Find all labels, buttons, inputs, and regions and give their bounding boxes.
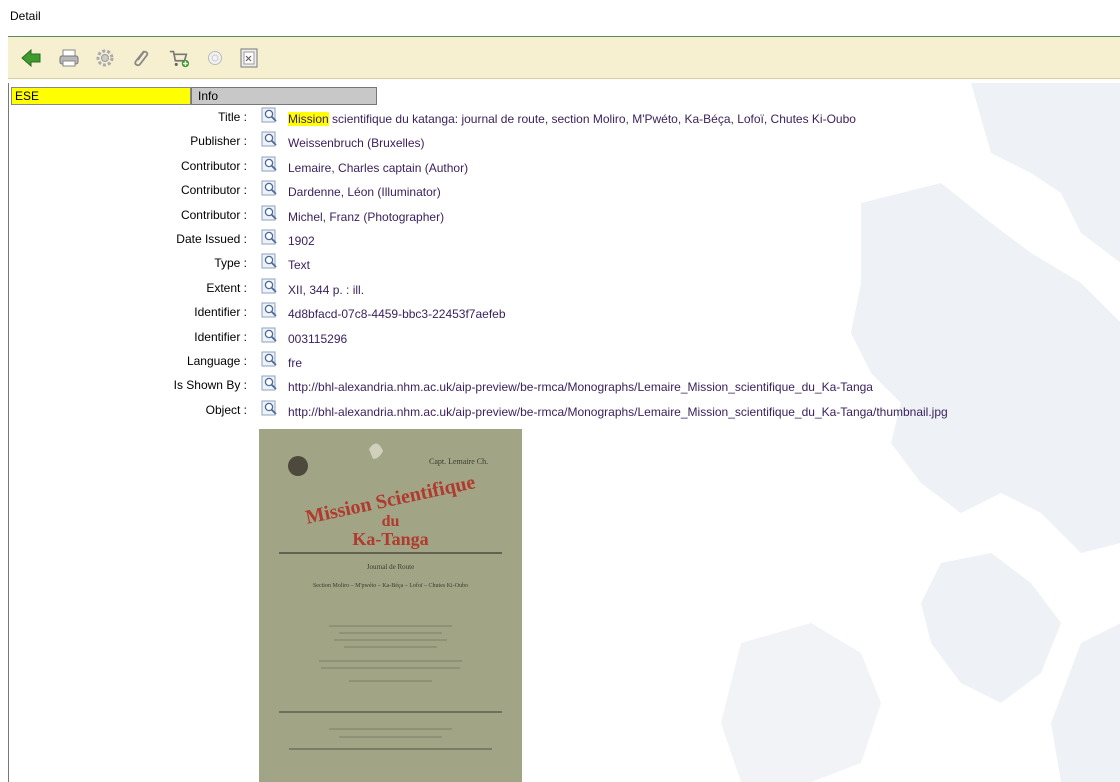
magnifier-glyph <box>261 156 277 172</box>
magnifier-glyph <box>261 229 277 245</box>
field-row-identifier: Identifier : 003115296 <box>9 327 1119 354</box>
magnifier-glyph <box>261 302 277 318</box>
is-shown-by-link[interactable]: http://bhl-alexandria.nhm.ac.uk/aip-prev… <box>288 380 873 394</box>
settings-button[interactable] <box>94 47 116 69</box>
field-value[interactable]: Mission scientifique du katanga: journal… <box>288 112 856 126</box>
printer-icon <box>59 49 79 67</box>
field-label: Extent : <box>206 280 247 295</box>
field-label: Object : <box>205 402 247 417</box>
magnifier-glyph <box>261 278 277 294</box>
search-magnifier-icon[interactable] <box>261 180 279 196</box>
green-back-arrow-icon <box>21 48 41 68</box>
field-label: Language : <box>186 353 247 368</box>
field-row-type: Type : Text <box>9 253 1119 280</box>
magnifier-glyph <box>261 205 277 221</box>
cover-title-line3: Ka-Tanga <box>352 529 429 549</box>
field-label: Title : <box>218 110 247 124</box>
search-magnifier-icon[interactable] <box>261 156 279 172</box>
book-cover: Capt. Lemaire Ch. Mission Scientifique d… <box>259 429 522 782</box>
field-label: Identifier : <box>194 329 247 344</box>
tab-ese[interactable]: ESE <box>11 87 191 105</box>
search-highlight: Mission <box>288 112 329 126</box>
print-button[interactable] <box>58 47 80 69</box>
field-row-is-shown-by: Is Shown By : http://bhl-alexandria.nhm.… <box>9 375 1119 402</box>
field-row-contributor: Contributor : Michel, Franz (Photographe… <box>9 205 1119 232</box>
magnifier-glyph <box>261 253 277 269</box>
field-value[interactable]: 003115296 <box>288 332 347 346</box>
thumbnail-image[interactable]: Capt. Lemaire Ch. Mission Scientifique d… <box>259 429 522 782</box>
field-label: Contributor : <box>180 183 247 198</box>
field-row-identifier: Identifier : 4d8bfacd-07c8-4459-bbc3-224… <box>9 302 1119 329</box>
field-label: Contributor : <box>180 207 247 222</box>
add-to-cart-button[interactable] <box>168 47 190 69</box>
field-value[interactable]: 1902 <box>288 234 315 248</box>
field-label: Date Issued : <box>176 231 247 246</box>
search-magnifier-icon[interactable] <box>261 205 279 221</box>
field-row-publisher: Publisher : Weissenbruch (Bruxelles) <box>9 131 1119 158</box>
field-label: Type : <box>214 256 247 271</box>
field-value[interactable]: Dardenne, Léon (Illuminator) <box>288 185 441 199</box>
circle-icon <box>208 51 222 65</box>
search-magnifier-icon[interactable] <box>261 253 279 269</box>
cover-subtitle: Journal de Route <box>366 563 415 571</box>
magnifier-glyph <box>261 351 277 367</box>
search-magnifier-icon[interactable] <box>261 400 279 416</box>
field-value[interactable]: 4d8bfacd-07c8-4459-bbc3-22453f7aefeb <box>288 307 506 321</box>
field-row-title: Title : Mission scientifique du katanga:… <box>9 107 1119 134</box>
field-value[interactable]: Michel, Franz (Photographer) <box>288 210 444 224</box>
field-value[interactable]: Text <box>288 258 310 272</box>
preview-button[interactable] <box>238 47 260 69</box>
magnifier-glyph <box>261 180 277 196</box>
field-row-object: Object : http://bhl-alexandria.nhm.ac.uk… <box>9 400 1119 427</box>
tab-info[interactable]: Info <box>191 87 377 105</box>
attach-button[interactable] <box>130 47 152 69</box>
field-label: Is Shown By : <box>173 378 247 393</box>
field-value[interactable]: Lemaire, Charles captain (Author) <box>288 161 468 175</box>
magnifier-glyph <box>261 400 277 416</box>
search-magnifier-icon[interactable] <box>261 327 279 343</box>
field-row-language: Language : fre <box>9 351 1119 378</box>
magnifier-glyph <box>261 107 277 123</box>
object-link[interactable]: http://bhl-alexandria.nhm.ac.uk/aip-prev… <box>288 405 948 419</box>
metadata-list: Title : Mission scientifique du katanga:… <box>9 107 1119 427</box>
disabled-button[interactable] <box>204 47 226 69</box>
field-label: Contributor : <box>180 158 247 173</box>
field-label: Identifier : <box>194 305 247 320</box>
cart-add-icon <box>169 50 190 68</box>
tab-bar: ESE Info <box>9 85 377 105</box>
field-row-date-issued: Date Issued : 1902 <box>9 229 1119 256</box>
search-magnifier-icon[interactable] <box>261 131 279 147</box>
field-value[interactable]: fre <box>288 356 302 370</box>
page-title: Detail <box>10 9 41 23</box>
magnifier-glyph <box>261 131 277 147</box>
gear-icon <box>96 49 114 67</box>
field-value-text: scientifique du katanga: journal de rout… <box>328 112 856 126</box>
back-button[interactable] <box>20 47 42 69</box>
magnifier-glyph <box>261 375 277 391</box>
toolbar <box>8 37 1120 79</box>
detail-panel: ESE Info Title : Mission scientifique du… <box>8 83 1120 782</box>
field-value[interactable]: Weissenbruch (Bruxelles) <box>288 136 425 150</box>
search-magnifier-icon[interactable] <box>261 229 279 245</box>
cover-sections: Section Moliro – M'pwéto – Ka-Béça – Lof… <box>312 583 469 589</box>
magnifier-glyph <box>261 327 277 343</box>
document-icon <box>240 48 258 68</box>
cover-author: Capt. Lemaire Ch. <box>429 457 489 466</box>
field-value[interactable]: XII, 344 p. : ill. <box>288 283 364 297</box>
search-magnifier-icon[interactable] <box>261 107 279 123</box>
paperclip-icon <box>134 50 149 67</box>
search-magnifier-icon[interactable] <box>261 351 279 367</box>
search-magnifier-icon[interactable] <box>261 302 279 318</box>
search-magnifier-icon[interactable] <box>261 375 279 391</box>
field-row-extent: Extent : XII, 344 p. : ill. <box>9 278 1119 305</box>
search-magnifier-icon[interactable] <box>261 278 279 294</box>
field-row-contributor: Contributor : Dardenne, Léon (Illuminato… <box>9 180 1119 207</box>
field-row-contributor: Contributor : Lemaire, Charles captain (… <box>9 156 1119 183</box>
field-label: Publisher : <box>190 134 247 149</box>
